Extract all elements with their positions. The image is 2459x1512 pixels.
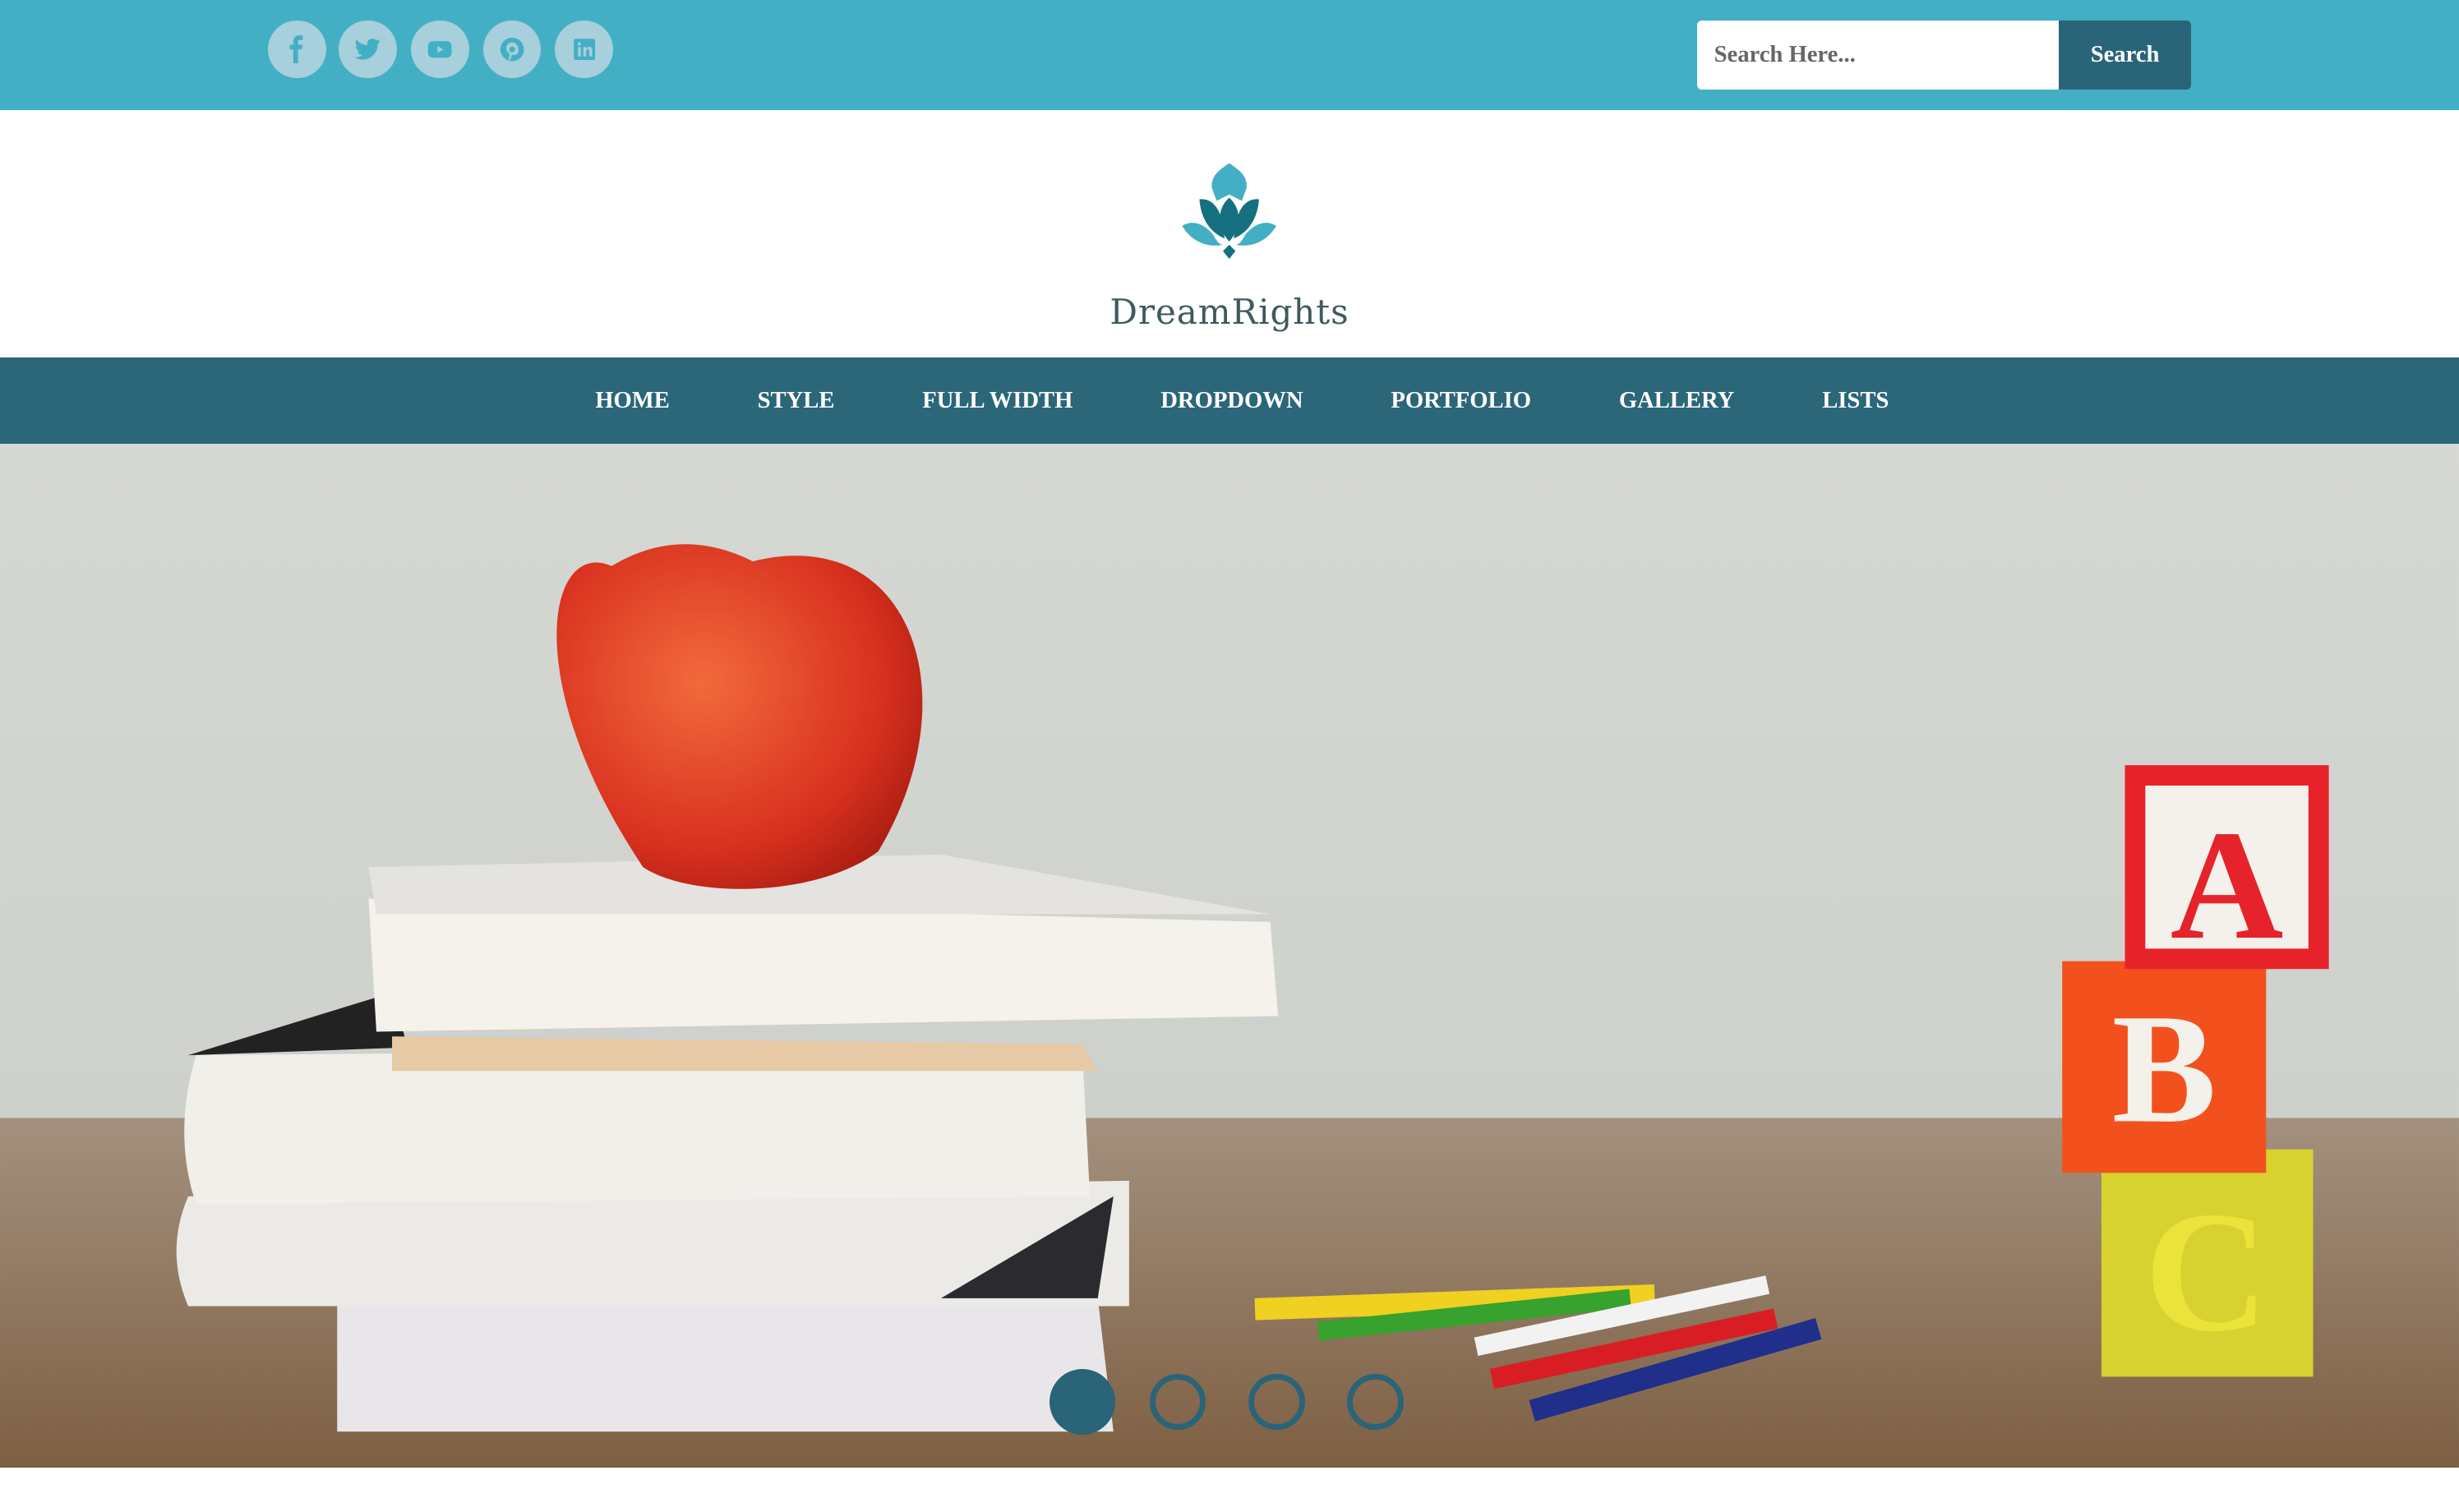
linkedin-link[interactable] [555, 20, 614, 79]
twitter-icon [354, 38, 381, 60]
twitter-link[interactable] [339, 20, 397, 79]
nav-full-width[interactable]: FULL WIDTH [922, 387, 1073, 414]
nav-gallery[interactable]: GALLERY [1619, 387, 1734, 414]
svg-text:B: B [2112, 982, 2217, 1155]
site-logo[interactable]: DreamRights [1104, 157, 1354, 332]
search-input[interactable] [1696, 20, 2060, 90]
youtube-icon [427, 41, 452, 58]
slider-dot-2[interactable] [1149, 1373, 1206, 1431]
pinterest-icon [500, 37, 524, 62]
search-button[interactable]: Search [2059, 20, 2191, 90]
facebook-icon [289, 35, 303, 64]
nav-lists[interactable]: LISTS [1822, 387, 1889, 414]
nav-home[interactable]: HOME [595, 387, 670, 414]
svg-text:A: A [2171, 799, 2284, 972]
nav-dropdown[interactable]: DROPDOWN [1160, 387, 1303, 414]
linkedin-icon [573, 39, 595, 60]
slider-dot-1[interactable] [1049, 1368, 1115, 1435]
top-bar: Search [0, 0, 2459, 110]
youtube-link[interactable] [410, 20, 469, 79]
hero-slide-image: C B A [0, 444, 2459, 1468]
logo-text: DreamRights [1110, 291, 1349, 332]
nav-style[interactable]: STYLE [758, 387, 835, 414]
slider-dot-3[interactable] [1248, 1373, 1305, 1431]
nav-portfolio[interactable]: PORTFOLIO [1391, 387, 1531, 414]
slider-dot-4[interactable] [1347, 1373, 1404, 1431]
facebook-link[interactable] [268, 20, 326, 79]
pinterest-link[interactable] [482, 20, 542, 79]
svg-text:C: C [2144, 1177, 2269, 1367]
lotus-logo-icon [1182, 163, 1277, 259]
site-header: DreamRights [0, 109, 2459, 358]
main-nav: HOME STYLE FULL WIDTH DROPDOWN PORTFOLIO… [0, 357, 2459, 444]
